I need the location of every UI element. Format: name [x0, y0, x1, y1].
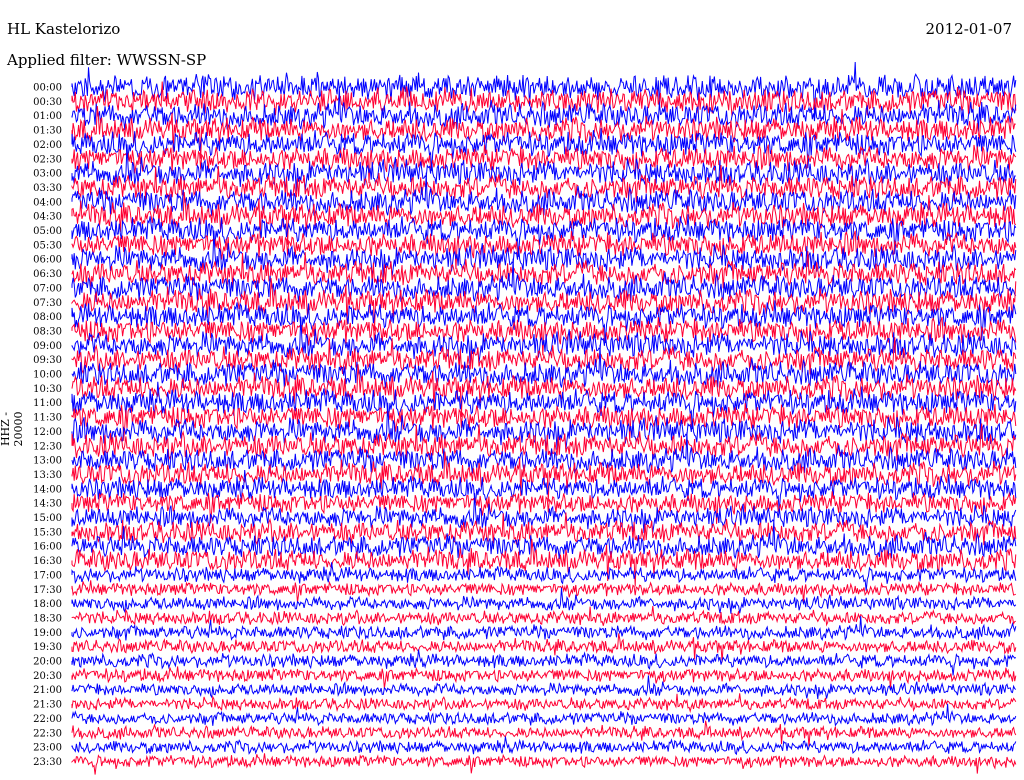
time-tick-label: 10:00: [33, 370, 62, 381]
trace-line: [71, 580, 1017, 603]
time-tick-label: 10:30: [33, 384, 62, 395]
time-tick-label: 07:30: [33, 298, 62, 309]
time-tick-label: 03:30: [33, 183, 62, 194]
time-tick-label: 22:00: [33, 714, 62, 725]
time-tick-label: 04:00: [33, 197, 62, 208]
time-tick-label: 12:30: [33, 441, 62, 452]
trace-line: [71, 720, 1017, 748]
time-tick-label: 20:00: [33, 657, 62, 668]
time-tick-label: 08:00: [33, 312, 62, 323]
time-tick-label: 20:30: [33, 671, 62, 682]
time-tick-label: 13:00: [33, 456, 62, 467]
time-tick-label: 21:00: [33, 685, 62, 696]
time-tick-label: 22:30: [33, 728, 62, 739]
time-tick-label: 14:30: [33, 499, 62, 510]
time-tick-label: 16:00: [33, 542, 62, 553]
time-tick-label: 05:30: [33, 240, 62, 251]
time-tick-label: 16:30: [33, 556, 62, 567]
time-tick-label: 09:30: [33, 355, 62, 366]
time-tick-label: 06:00: [33, 255, 62, 266]
time-tick-label: 01:00: [33, 111, 62, 122]
time-tick-label: 05:00: [33, 226, 62, 237]
time-tick-label: 23:00: [33, 743, 62, 754]
time-tick-label: 03:00: [33, 169, 62, 180]
time-tick-label: 15:30: [33, 527, 62, 538]
time-tick-label: 17:00: [33, 570, 62, 581]
time-tick-label: 18:30: [33, 613, 62, 624]
time-tick-label: 11:00: [33, 398, 62, 409]
time-tick-label: 00:00: [33, 83, 62, 94]
time-tick-label: 07:00: [33, 283, 62, 294]
time-tick-label: 08:30: [33, 326, 62, 337]
time-tick-label: 02:00: [33, 140, 62, 151]
time-tick-label: 19:30: [33, 642, 62, 653]
time-tick-label: 06:30: [33, 269, 62, 280]
time-tick-label: 15:00: [33, 513, 62, 524]
time-tick-label: 01:30: [33, 126, 62, 137]
time-tick-label: 21:30: [33, 700, 62, 711]
time-tick-label: 13:30: [33, 470, 62, 481]
time-tick-label: 23:30: [33, 757, 62, 768]
time-tick-label: 14:00: [33, 484, 62, 495]
time-tick-label: 12:00: [33, 427, 62, 438]
seismogram-plot: 00:00 00:30 01:00 01:30 02:00 02:30 03:00 03:30…: [33, 61, 1017, 775]
time-tick-label: 04:30: [33, 212, 62, 223]
time-tick-label: 02:30: [33, 154, 62, 165]
time-tick-label: 19:00: [33, 628, 62, 639]
trace-group: [71, 61, 1017, 775]
trace-line: [71, 519, 1017, 560]
time-tick-label: 17:30: [33, 585, 62, 596]
trace-line: [71, 666, 1017, 689]
trace-line: [71, 693, 1017, 714]
time-tick-label: 00:30: [33, 97, 62, 108]
time-tick-label: 09:00: [33, 341, 62, 352]
trace-line: [71, 606, 1016, 627]
trace-line: [71, 587, 1017, 614]
time-tick-label: 11:30: [33, 413, 62, 424]
trace-line: [71, 753, 1017, 775]
trace-line: [71, 736, 1017, 756]
trace-line: [71, 344, 1017, 389]
time-axis: 00:00 00:30 01:00 01:30 02:00 02:30 03:00 03:30…: [33, 83, 62, 768]
time-tick-label: 18:00: [33, 599, 62, 610]
trace-line: [71, 675, 1017, 699]
trace-line: [71, 649, 1017, 676]
